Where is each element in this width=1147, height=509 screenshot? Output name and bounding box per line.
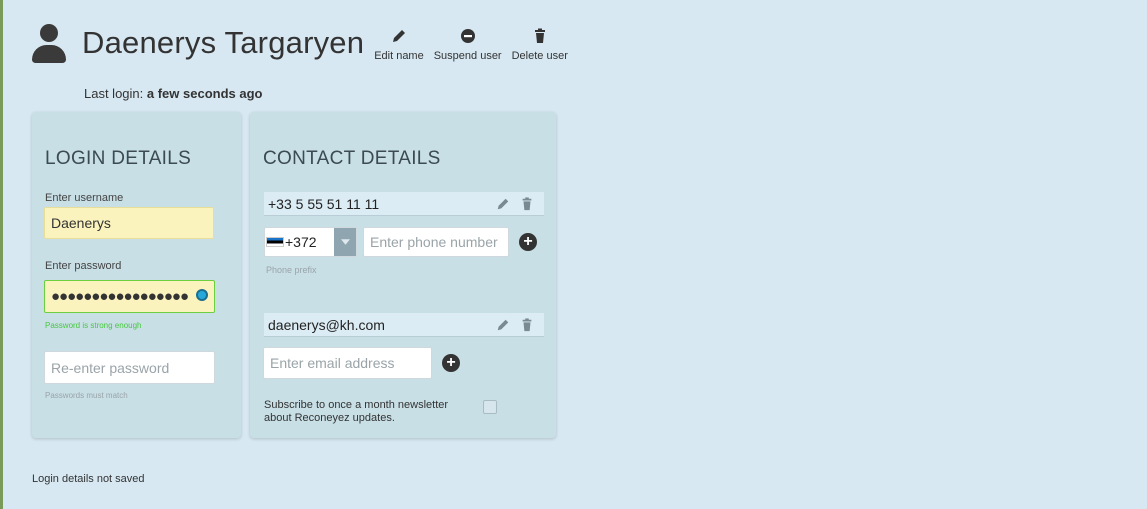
username-input[interactable]: Daenerys [44,207,214,239]
add-phone-plus-icon[interactable]: + [519,233,537,251]
phone-number-placeholder: Enter phone number [370,234,498,250]
trash-icon [534,28,545,43]
edit-email-pencil-icon[interactable] [496,318,510,332]
password-strength-hint: Password is strong enough [45,321,142,330]
edit-phone-pencil-icon[interactable] [496,197,510,211]
email-value: daenerys@kh.com [268,316,385,333]
username-label: Enter username [45,192,124,204]
user-name: Daenerys Targaryen [82,25,365,60]
last-login-value: a few seconds ago [146,86,263,101]
reenter-password-placeholder: Re-enter password [51,359,170,376]
password-label: Enter password [45,260,122,272]
login-details-title: LOGIN DETAILS [45,148,192,169]
delete-email-trash-icon[interactable] [520,317,534,332]
reenter-password-input[interactable]: Re-enter password [44,351,215,384]
email-row: daenerys@kh.com [264,313,544,337]
password-mask: ●●●●●●●●●●●●●●●●● [51,288,189,305]
chevron-down-icon[interactable] [334,228,356,256]
add-email-plus-icon[interactable]: + [442,354,460,372]
user-avatar-icon [30,22,68,64]
delete-user-label: Delete user [511,50,568,62]
email-placeholder: Enter email address [270,355,395,371]
suspend-user-button[interactable]: Suspend user [434,28,502,62]
delete-user-button[interactable]: Delete user [512,28,568,62]
password-match-hint: Passwords must match [45,391,128,400]
last-login: Last login: a few seconds ago [84,86,262,101]
phone-prefix-hint: Phone prefix [266,265,317,275]
email-input[interactable]: Enter email address [263,347,432,379]
phone-prefix-select[interactable]: +372 [264,227,357,257]
delete-phone-trash-icon[interactable] [520,196,534,211]
newsletter-checkbox[interactable] [483,400,497,414]
user-header: Daenerys Targaryen Edit name Suspend use… [30,18,578,68]
left-edge-border [0,0,3,509]
phone-value: +33 5 55 51 11 11 [268,195,380,212]
password-input[interactable]: ●●●●●●●●●●●●●●●●● [44,280,215,313]
phone-row: +33 5 55 51 11 11 [264,192,544,216]
show-password-icon[interactable] [196,289,208,301]
edit-name-label: Edit name [374,50,424,62]
username-value: Daenerys [51,215,111,231]
contact-details-title: CONTACT DETAILS [263,148,441,169]
newsletter-label: Subscribe to once a month newsletter abo… [264,399,449,424]
last-login-label: Last login: [84,86,144,101]
pencil-icon [392,30,405,42]
edit-name-button[interactable]: Edit name [374,28,424,62]
phone-prefix-value: +372 [285,234,317,250]
minus-circle-icon [460,29,475,43]
estonia-flag-icon [266,237,284,247]
suspend-user-label: Suspend user [433,50,502,62]
phone-number-input[interactable]: Enter phone number [363,227,509,257]
save-status: Login details not saved [32,473,145,485]
